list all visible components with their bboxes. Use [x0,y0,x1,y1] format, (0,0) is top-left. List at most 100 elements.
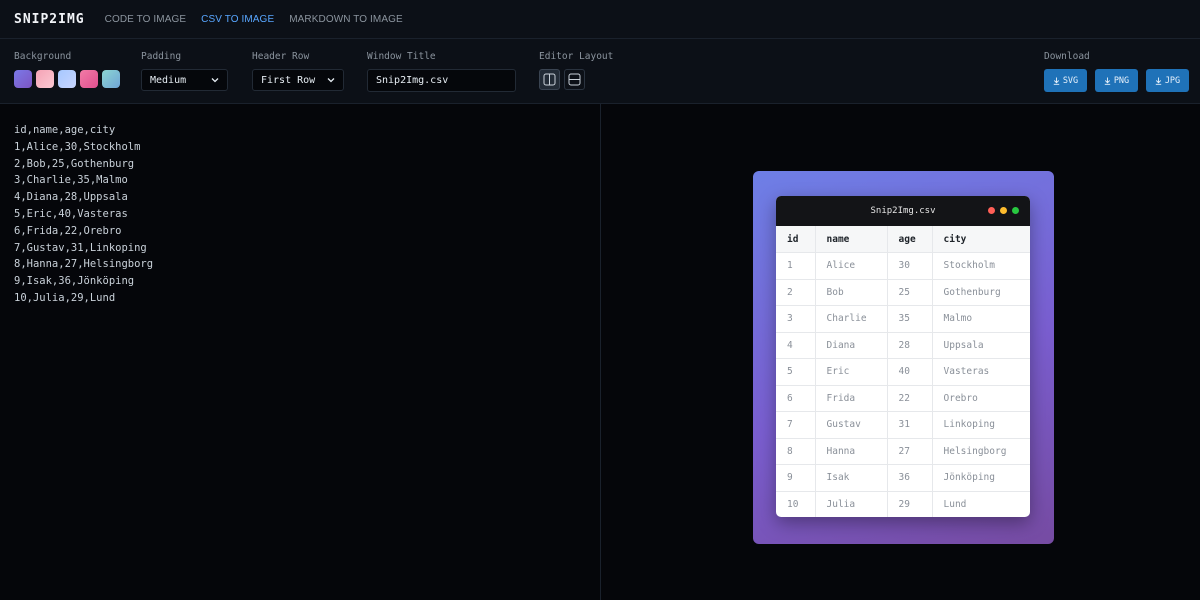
chevron-down-icon [327,78,335,83]
header-row-group: Header Row First Row [252,51,344,91]
cell: Helsingborg [931,438,1030,465]
nav-markdown-to-image[interactable]: MARKDOWN TO IMAGE [289,14,403,25]
download-png-button[interactable]: PNG [1095,69,1138,92]
editor-line: 1,Alice,30,Stockholm [14,140,141,153]
padding-label: Padding [141,51,182,62]
table-row: 1 Alice 30 Stockholm [776,252,1030,280]
app-logo[interactable]: SNIP2IMG [14,12,85,27]
cell: Bob [814,279,887,306]
table-body: 1 Alice 30 Stockholm 2 Bob 25 Gothenburg 3 Char… [776,252,1030,517]
download-label: Download [1044,51,1090,62]
header-row-value: First Row [261,74,316,86]
cell: Uppsala [931,332,1030,359]
table-row: 3 Charlie 35 Malmo [776,305,1030,333]
cell: 6 [776,385,815,412]
table-header-row: id name age city [776,226,1030,253]
cell: 1 [776,252,815,280]
editor-line: 2,Bob,25,Gothenburg [14,157,135,170]
background-swatches [14,70,120,88]
table-row: 7 Gustav 31 Linkoping [776,411,1030,439]
swatch-pink-blush[interactable] [36,70,54,88]
download-jpg-label: JPG [1164,75,1181,86]
cell: 9 [776,464,815,492]
cell: 40 [886,358,932,386]
cell: Frida [814,385,887,412]
table-row: 4 Diana 28 Uppsala [776,332,1030,359]
maximize-dot-icon [1012,207,1019,214]
window-title-group: Window Title [367,51,516,92]
nav-code-to-image[interactable]: CODE TO IMAGE [105,14,187,25]
toolbar: Background Padding Medium Header Row Fir… [0,39,1200,104]
cell: Hanna [814,438,887,465]
download-svg-button[interactable]: SVG [1044,69,1087,92]
swatch-sky-lavender[interactable] [58,70,76,88]
background-label: Background [14,51,72,62]
background-group: Background [14,51,120,88]
cell: 30 [886,252,932,280]
cell: 7 [776,411,815,439]
layout-stacked-button[interactable] [564,69,585,90]
cell: Gothenburg [931,279,1030,306]
chevron-down-icon [211,78,219,83]
editor-line: 8,Hanna,27,Helsingborg [14,258,154,271]
cell: Diana [814,332,887,359]
preview-window-title: Snip2Img.csv [870,206,936,216]
cell: Charlie [814,305,887,333]
cell: 31 [886,411,932,439]
preview-window: Snip2Img.csv id name age city 1 Alice 30… [776,196,1030,517]
editor-line: 6,Frida,22,Orebro [14,224,122,237]
editor-layout-label: Editor Layout [539,51,614,62]
cell: 28 [886,332,932,359]
cell: Stockholm [931,252,1030,280]
editor-layout-group: Editor Layout [539,51,613,90]
cell: 25 [886,279,932,306]
window-title-bar: Snip2Img.csv [776,196,1030,226]
table-row: 10 Julia 29 Lund [776,491,1030,517]
editor-line: 3,Charlie,35,Malmo [14,174,128,187]
cell: Linkoping [931,411,1030,439]
cell: Malmo [931,305,1030,333]
cell: 3 [776,305,815,333]
top-nav: SNIP2IMG CODE TO IMAGE CSV TO IMAGE MARK… [0,0,1200,39]
cell: Jönköping [931,464,1030,492]
minimize-dot-icon [1000,207,1007,214]
header-row-select[interactable]: First Row [252,69,344,91]
padding-group: Padding Medium [141,51,228,91]
padding-select[interactable]: Medium [141,69,228,91]
preview-pane: Snip2Img.csv id name age city 1 Alice 30… [602,104,1200,600]
download-png-label: PNG [1113,75,1130,86]
table-row: 6 Frida 22 Orebro [776,385,1030,412]
cell: 10 [787,499,799,510]
header-age: age [886,226,932,253]
close-dot-icon [988,207,995,214]
swatch-indigo-purple[interactable] [14,70,32,88]
download-icon [1053,77,1060,85]
header-name: name [814,226,887,253]
download-svg-label: SVG [1062,75,1079,86]
preview-background: Snip2Img.csv id name age city 1 Alice 30… [753,171,1054,544]
editor-line: 7,Gustav,31,Linkoping [14,241,147,254]
csv-editor[interactable]: id,name,age,city 1,Alice,30,Stockholm 2,… [0,104,601,600]
download-icon [1155,77,1162,85]
preview-table: id name age city 1 Alice 30 Stockholm 2 Bob 2… [776,226,1030,517]
swatch-mint-teal[interactable] [102,70,120,88]
cell: Isak [814,464,887,492]
rows-icon [568,73,581,86]
layout-side-by-side-button[interactable] [539,69,560,90]
cell: 35 [886,305,932,333]
cell: 2 [776,279,815,306]
editor-line: 10,Julia,29,Lund [14,291,116,304]
header-id: id [776,226,815,253]
cell: Lund [931,491,1030,517]
cell: Eric [814,358,887,386]
window-title-input[interactable] [367,69,516,92]
swatch-pink-magenta[interactable] [80,70,98,88]
nav-csv-to-image[interactable]: CSV TO IMAGE [201,14,274,25]
cell: 4 [776,332,815,359]
download-jpg-button[interactable]: JPG [1146,69,1189,92]
cell: Julia [814,491,887,517]
table-row: 2 Bob 25 Gothenburg [776,279,1030,306]
table-row: 5 Eric 40 Vasteras [776,358,1030,386]
columns-icon [543,73,556,86]
editor-line: 9,Isak,36,Jönköping [14,275,135,288]
